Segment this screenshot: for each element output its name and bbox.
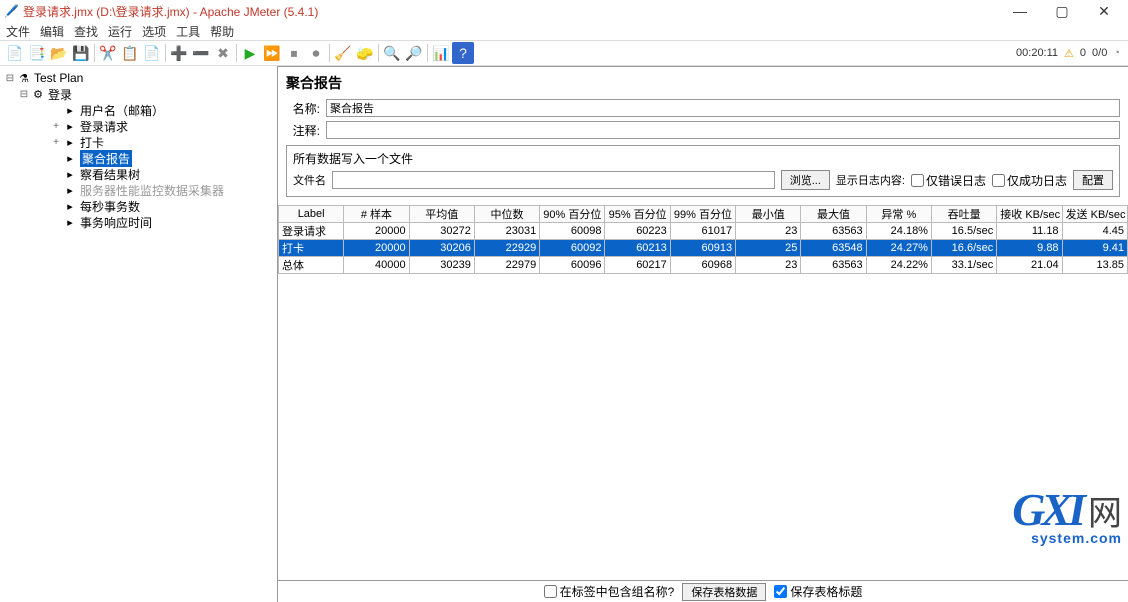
table-row[interactable]: 登录请求200003027223031600986022361017236356…: [279, 223, 1128, 240]
shutdown-icon[interactable]: ⏺: [305, 42, 327, 64]
browse-button[interactable]: 浏览...: [781, 170, 830, 190]
tree-item[interactable]: ▸聚合报告: [2, 150, 275, 166]
menu-tools[interactable]: 工具: [176, 23, 200, 40]
app-icon: 🖊️: [4, 4, 19, 18]
close-button[interactable]: ✕: [1084, 3, 1124, 20]
table-row[interactable]: 总体40000302392297960096602176096823635632…: [279, 257, 1128, 274]
node-icon: ▸: [62, 119, 78, 133]
menubar: 文件 编辑 查找 运行 选项 工具 帮助: [0, 22, 1128, 40]
tree-item[interactable]: ▸服务器性能监控数据采集器: [2, 182, 275, 198]
aggregate-table[interactable]: Label# 样本平均值中位数90% 百分位95% 百分位99% 百分位最小值最…: [278, 205, 1128, 576]
tree-item[interactable]: +▸打卡: [2, 134, 275, 150]
menu-edit[interactable]: 编辑: [40, 23, 64, 40]
column-header[interactable]: 99% 百分位: [670, 206, 735, 223]
panel-title: 聚合报告: [278, 67, 1128, 97]
clear-all-icon[interactable]: 🧽: [354, 42, 376, 64]
flask-icon: ⚗: [16, 71, 32, 85]
remove-icon[interactable]: ➖: [190, 42, 212, 64]
templates-icon[interactable]: 📑: [26, 42, 48, 64]
disable-icon[interactable]: ✖: [212, 42, 234, 64]
warning-icon: ⚠: [1064, 47, 1074, 60]
watermark: GXI网 system.com: [1012, 483, 1122, 546]
errors-only-checkbox[interactable]: [911, 174, 924, 187]
tree-item[interactable]: +▸登录请求: [2, 118, 275, 134]
save-header-checkbox[interactable]: [774, 585, 787, 598]
menu-run[interactable]: 运行: [108, 23, 132, 40]
test-plan-tree[interactable]: ⊟⚗Test Plan ⊟⚙登录 ▸用户名（邮箱）+▸登录请求+▸打卡▸聚合报告…: [0, 66, 278, 602]
open-icon[interactable]: 📂: [48, 42, 70, 64]
cut-icon[interactable]: ✂️: [97, 42, 119, 64]
comment-label: 注释:: [286, 122, 320, 139]
column-header[interactable]: 最大值: [801, 206, 866, 223]
tree-thread-group[interactable]: 登录: [48, 86, 72, 103]
add-icon[interactable]: ➕: [168, 42, 190, 64]
column-header[interactable]: 中位数: [474, 206, 539, 223]
column-header[interactable]: Label: [279, 206, 344, 223]
tree-item[interactable]: ▸每秒事务数: [2, 198, 275, 214]
log-content-label: 显示日志内容:: [836, 172, 905, 188]
column-header[interactable]: # 样本: [344, 206, 409, 223]
clear-icon[interactable]: 🧹: [332, 42, 354, 64]
search-icon[interactable]: 🔍: [381, 42, 403, 64]
save-table-data-button[interactable]: 保存表格数据: [682, 583, 766, 601]
menu-help[interactable]: 帮助: [210, 23, 234, 40]
table-row[interactable]: 打卡20000302062292960092602136091325635482…: [279, 240, 1128, 257]
column-header[interactable]: 接收 KB/sec: [997, 206, 1062, 223]
node-icon: ▸: [62, 167, 78, 181]
minimize-button[interactable]: —: [1000, 3, 1040, 20]
help-icon[interactable]: ?: [452, 42, 474, 64]
menu-options[interactable]: 选项: [142, 23, 166, 40]
node-icon: ▸: [62, 135, 78, 149]
copy-icon[interactable]: 📋: [119, 42, 141, 64]
reset-search-icon[interactable]: 🔎: [403, 42, 425, 64]
tree-root[interactable]: Test Plan: [34, 71, 83, 85]
tree-item[interactable]: ▸察看结果树: [2, 166, 275, 182]
node-icon: ▸: [62, 183, 78, 197]
start-icon[interactable]: ▶: [239, 42, 261, 64]
warning-count: 0: [1080, 47, 1086, 59]
function-helper-icon[interactable]: 📊: [430, 42, 452, 64]
node-icon: ▸: [62, 199, 78, 213]
name-label: 名称:: [286, 100, 320, 117]
tree-item[interactable]: ▸用户名（邮箱）: [2, 102, 275, 118]
file-output-title: 所有数据写入一个文件: [293, 150, 1113, 167]
menu-file[interactable]: 文件: [6, 23, 30, 40]
column-header[interactable]: 最小值: [736, 206, 801, 223]
column-header[interactable]: 发送 KB/sec: [1062, 206, 1127, 223]
column-header[interactable]: 平均值: [409, 206, 474, 223]
column-header[interactable]: 吞吐量: [931, 206, 996, 223]
filename-input[interactable]: [332, 171, 775, 189]
paste-icon[interactable]: 📄: [141, 42, 163, 64]
menu-search[interactable]: 查找: [74, 23, 98, 40]
node-icon: ▸: [62, 103, 78, 117]
filename-label: 文件名: [293, 172, 326, 188]
window-title: 登录请求.jmx (D:\登录请求.jmx) - Apache JMeter (…: [23, 3, 318, 20]
success-only-checkbox[interactable]: [992, 174, 1005, 187]
elapsed-time: 00:20:11: [1016, 47, 1058, 59]
configure-button[interactable]: 配置: [1073, 170, 1113, 190]
new-icon[interactable]: 📄: [4, 42, 26, 64]
column-header[interactable]: 95% 百分位: [605, 206, 670, 223]
column-header[interactable]: 90% 百分位: [540, 206, 605, 223]
maximize-button[interactable]: ▢: [1042, 3, 1082, 20]
name-input[interactable]: [326, 99, 1120, 117]
include-group-checkbox[interactable]: [544, 585, 557, 598]
error-count: 0/0: [1092, 47, 1107, 59]
column-header[interactable]: 异常 %: [866, 206, 931, 223]
tree-item[interactable]: ▸事务响应时间: [2, 214, 275, 230]
gauge-icon: ◔: [1113, 47, 1120, 59]
comment-input[interactable]: [326, 121, 1120, 139]
node-icon: ▸: [62, 215, 78, 229]
stop-icon[interactable]: ⏹: [283, 42, 305, 64]
start-no-pause-icon[interactable]: ⏩: [261, 42, 283, 64]
node-icon: ▸: [62, 151, 78, 165]
gear-icon: ⚙: [30, 87, 46, 101]
save-icon[interactable]: 💾: [70, 42, 92, 64]
